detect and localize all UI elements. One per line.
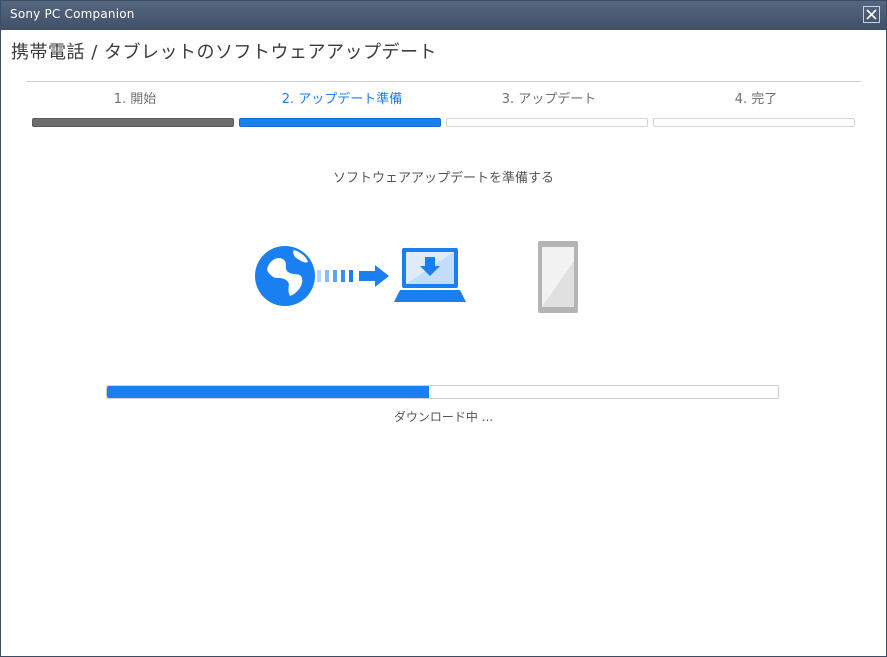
step-bar [446,118,648,127]
close-button[interactable] [863,6,880,23]
step-start: 1. 開始 [32,90,238,127]
laptop-download-icon [394,248,466,302]
app-window: Sony PC Companion 携帯電話 / タブレットのソフトウェアアップ… [0,0,887,657]
download-illustration [255,241,578,313]
transfer-arrow-icon [317,265,389,287]
step-caption: ソフトウェアアップデートを準備する [332,171,554,186]
content-area: 携帯電話 / タブレットのソフトウェアアップデート 1. 開始 2. アップデー… [1,30,886,656]
title-bar[interactable]: Sony PC Companion [1,1,886,30]
globe-icon [255,246,315,306]
header-divider [26,81,861,82]
step-label: 2. アップデート準備 [281,92,403,107]
progress-fill [107,386,430,398]
step-complete: 4. 完了 [653,90,859,127]
step-bar [32,118,234,127]
step-bar [239,118,441,127]
progress-status: ダウンロード中 ... [393,410,494,424]
close-icon [866,9,877,20]
download-progress-bar [106,385,779,399]
page-title: 携帯電話 / タブレットのソフトウェアアップデート [11,42,438,63]
step-label: 4. 完了 [734,92,778,107]
step-prepare: 2. アップデート準備 [239,90,445,127]
step-bar [653,118,855,127]
step-label: 1. 開始 [113,92,157,107]
step-update: 3. アップデート [446,90,652,127]
phone-icon [538,241,578,313]
step-label: 3. アップデート [501,92,597,107]
window-title: Sony PC Companion [10,7,135,21]
